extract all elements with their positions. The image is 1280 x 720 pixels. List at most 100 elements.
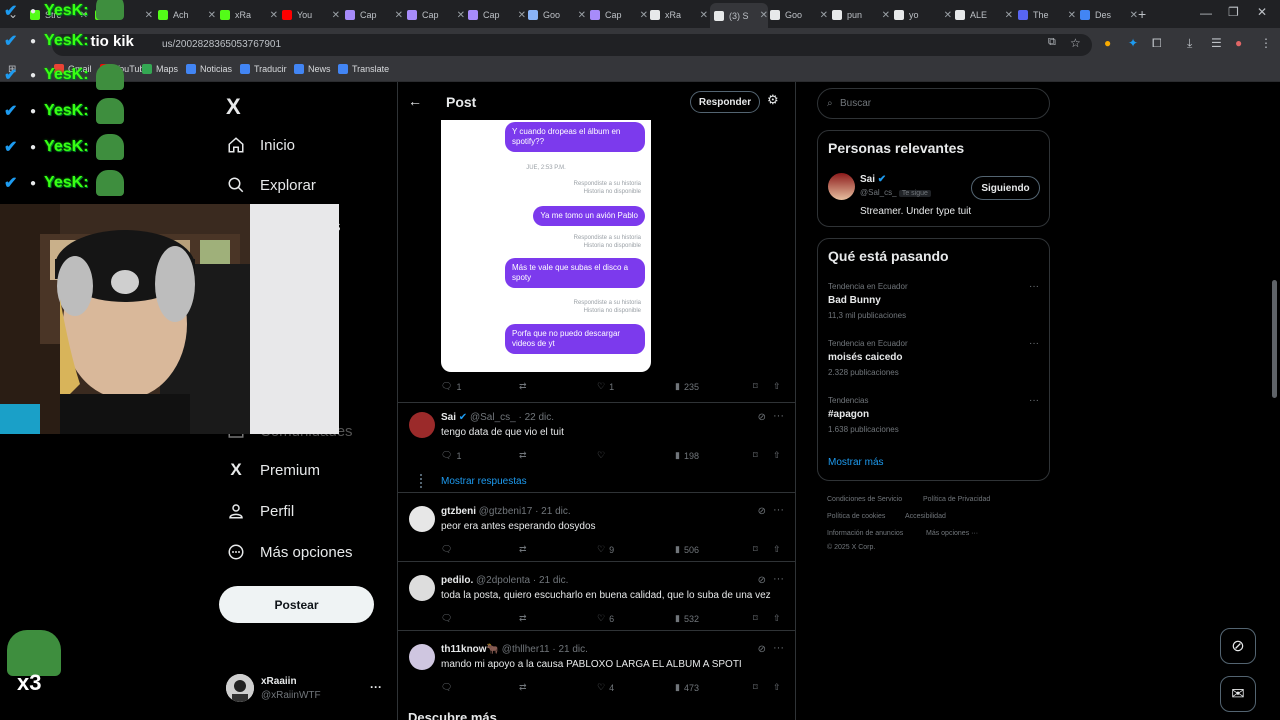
browser-tab[interactable]: Des ✕: [1080, 6, 1138, 24]
grok-icon[interactable]: ⊘: [758, 575, 766, 586]
avatar[interactable]: [409, 575, 435, 601]
grok-icon[interactable]: ⊘: [1220, 628, 1256, 664]
messages-icon[interactable]: ✉: [1220, 676, 1256, 712]
reading-list-icon[interactable]: ☰: [1211, 36, 1222, 50]
share-action[interactable]: ⇧: [773, 450, 781, 461]
tab-close-icon[interactable]: ✕: [882, 10, 890, 21]
tweet-author[interactable]: Sai ✔ @Sal_cs_ · 22 dic.: [441, 412, 554, 423]
extension-icon[interactable]: ●: [1104, 36, 1111, 50]
bookmark-noticias[interactable]: Noticias: [186, 64, 232, 74]
bookmark-traducir[interactable]: Traducir: [240, 64, 287, 74]
browser-tab[interactable]: xRa ✕: [220, 6, 278, 24]
extensions-puzzle-icon[interactable]: ⧠: [1152, 36, 1162, 51]
share-action[interactable]: ⇧: [773, 682, 781, 693]
grok-icon[interactable]: ⊘: [758, 412, 766, 423]
browser-tab[interactable]: Cap ✕: [468, 6, 526, 24]
tweet-author[interactable]: th11know🐂 @thllher11 · 21 dic.: [441, 644, 588, 655]
reply-action[interactable]: 🗨 1: [441, 450, 461, 461]
install-app-icon[interactable]: ⧉: [1048, 36, 1056, 49]
like-action[interactable]: ♡ 4: [597, 682, 614, 693]
share-action[interactable]: ⇧: [773, 544, 781, 555]
browser-tab[interactable]: pun ✕: [832, 6, 890, 24]
profile-avatar-icon[interactable]: ●: [1235, 36, 1242, 50]
browser-tab[interactable]: (3) S ✕: [710, 3, 768, 28]
account-more-icon[interactable]: ···: [370, 680, 382, 694]
bookmark-news[interactable]: News: [294, 64, 331, 74]
browser-tab[interactable]: Cap ✕: [590, 6, 648, 24]
tweet[interactable]: pedilo. @2dpolenta · 21 dic. ⊘ ··· toda la …: [398, 561, 796, 635]
avatar[interactable]: [828, 173, 855, 200]
tab-close-icon[interactable]: ✕: [518, 10, 526, 21]
bookmark-action[interactable]: ⌑: [753, 544, 758, 555]
tab-close-icon[interactable]: ✕: [760, 10, 768, 21]
bookmark-action[interactable]: ⌑: [753, 381, 758, 392]
bookmark-action[interactable]: ⌑: [753, 450, 758, 461]
retweet-action[interactable]: ⇄: [519, 450, 527, 461]
show-more-link[interactable]: Mostrar más: [828, 457, 884, 468]
browser-tab[interactable]: Cap ✕: [345, 6, 403, 24]
maximize-icon[interactable]: ❐: [1228, 5, 1239, 19]
footer-link[interactable]: Política de Privacidad: [923, 496, 990, 503]
footer-link[interactable]: Información de anuncios: [827, 530, 903, 537]
extension-icon-2[interactable]: ✦: [1128, 36, 1138, 50]
avatar[interactable]: [409, 644, 435, 670]
nav-explore[interactable]: Explorar: [226, 175, 316, 195]
browser-tab[interactable]: You ✕: [282, 6, 340, 24]
share-action[interactable]: ⇧: [773, 381, 781, 392]
download-icon[interactable]: ⤓: [1187, 36, 1192, 51]
bookmark-translate[interactable]: Translate: [338, 64, 389, 74]
like-action[interactable]: ♡ 9: [597, 544, 614, 555]
tweet[interactable]: gtzbeni @gtzbeni17 · 21 dic. ⊘ ··· peor era…: [398, 492, 796, 566]
browser-tab[interactable]: xRa ✕: [650, 6, 708, 24]
reply-action[interactable]: 🗨: [441, 613, 452, 624]
nav-premium[interactable]: X Premium: [226, 460, 320, 480]
avatar[interactable]: [409, 412, 435, 438]
tab-close-icon[interactable]: ✕: [700, 10, 708, 21]
filter-settings-icon[interactable]: ⚙: [767, 92, 779, 108]
browser-tab[interactable]: Ach ✕: [158, 6, 216, 24]
tab-close-icon[interactable]: ✕: [640, 10, 648, 21]
retweet-action[interactable]: ⇄: [519, 613, 527, 624]
tweet-author[interactable]: pedilo. @2dpolenta · 21 dic.: [441, 575, 568, 586]
show-replies-link[interactable]: Mostrar respuestas: [441, 476, 527, 487]
browser-menu-icon[interactable]: ⋮: [1260, 36, 1272, 50]
account-switcher[interactable]: xRaaiin @xRaiinWTF ···: [226, 674, 386, 706]
retweet-action[interactable]: ⇄: [519, 544, 527, 555]
tab-close-icon[interactable]: ✕: [578, 10, 586, 21]
post-button[interactable]: Postear: [219, 586, 374, 623]
back-arrow-icon[interactable]: ←: [408, 93, 422, 109]
share-action[interactable]: ⇧: [773, 613, 781, 624]
grok-icon[interactable]: ⊘: [758, 644, 766, 655]
trend-more-icon[interactable]: ···: [1029, 395, 1039, 406]
bookmark-action[interactable]: ⌑: [753, 613, 758, 624]
x-logo[interactable]: X: [226, 94, 241, 120]
tweet-author[interactable]: gtzbeni @gtzbeni17 · 21 dic.: [441, 506, 571, 517]
attached-screenshot[interactable]: Y cuando dropeas el álbum en spotify?? J…: [441, 120, 651, 372]
views-action[interactable]: ▮ 506: [675, 544, 699, 555]
tab-close-icon[interactable]: ✕: [457, 10, 465, 21]
like-action[interactable]: ♡: [597, 450, 605, 461]
tab-close-icon[interactable]: ✕: [395, 10, 403, 21]
tab-close-icon[interactable]: ✕: [944, 10, 952, 21]
tweet[interactable]: th11know🐂 @thllher11 · 21 dic. ⊘ ··· mando …: [398, 630, 796, 704]
more-icon[interactable]: ···: [773, 410, 784, 422]
footer-link[interactable]: Política de cookies: [827, 513, 885, 520]
bookmark-star-icon[interactable]: ☆: [1070, 36, 1081, 50]
tab-close-icon[interactable]: ✕: [820, 10, 828, 21]
relevant-name[interactable]: Sai ✔: [860, 174, 886, 185]
views-action[interactable]: ▮ 532: [675, 613, 699, 624]
footer-link[interactable]: Más opciones ···: [926, 530, 978, 537]
close-window-icon[interactable]: ✕: [1257, 5, 1267, 19]
nav-home[interactable]: Inicio: [226, 135, 295, 155]
browser-tab[interactable]: Goo ✕: [528, 6, 586, 24]
reply-button[interactable]: Responder: [690, 91, 760, 113]
search-input[interactable]: ⌕ Buscar: [817, 88, 1050, 119]
trend-more-icon[interactable]: ···: [1029, 338, 1039, 349]
like-action[interactable]: ♡ 1: [597, 381, 614, 392]
reply-action[interactable]: 🗨: [441, 544, 452, 555]
grok-icon[interactable]: ⊘: [758, 506, 766, 517]
tab-close-icon[interactable]: ✕: [1005, 10, 1013, 21]
retweet-action[interactable]: ⇄: [519, 682, 527, 693]
browser-tab[interactable]: Cap ✕: [407, 6, 465, 24]
views-action[interactable]: ▮ 198: [675, 450, 699, 461]
